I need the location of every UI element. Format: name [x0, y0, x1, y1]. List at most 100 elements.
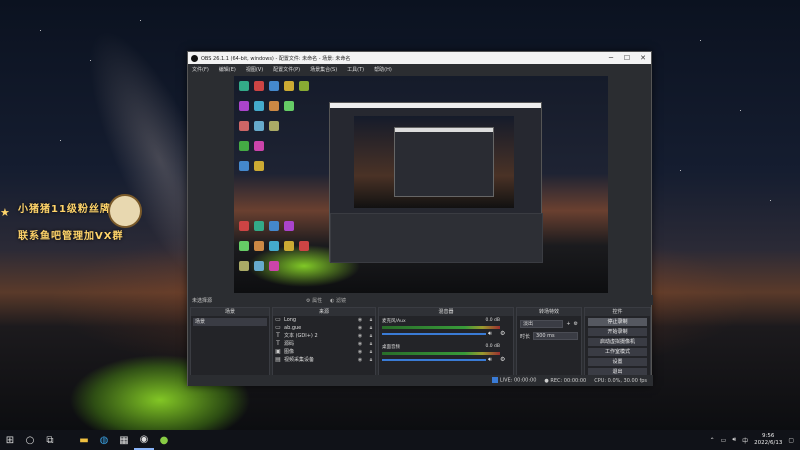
sources-dock: 来源 ▭ Long ◉ 🔒︎ ▭ ab.gue ◉ 🔒︎ T 文本 (GDI+)… — [272, 307, 376, 385]
volume-meter — [382, 352, 500, 355]
volume-fader[interactable] — [382, 359, 486, 361]
start-recording-button[interactable]: 开始录制 — [588, 328, 647, 336]
filters-button[interactable]: ◐ 滤镜 — [330, 297, 346, 304]
volume-fader[interactable] — [382, 333, 486, 335]
menu-file[interactable]: 文件(F) — [192, 66, 209, 73]
source-item[interactable]: ▤ 视频采集设备 ◉ 🔒︎ — [273, 356, 375, 364]
transitions-dock: 转场特效 淡出 + ⚙ 时长 300 ms — [516, 307, 582, 385]
properties-button[interactable]: ⚙ 属性 — [306, 297, 322, 304]
nested-obs-window — [329, 102, 543, 263]
source-item[interactable]: T 文本 (GDI+) 2 ◉ 🔒︎ — [273, 332, 375, 340]
lock-icon[interactable]: 🔒︎ — [367, 324, 375, 332]
clock-time: 9:56 — [762, 433, 775, 439]
settings-button[interactable]: 设置 — [588, 358, 647, 366]
app-icon[interactable]: ▦ — [114, 430, 134, 450]
controls-dock: 控件 停止录制 开始录制 启动虚拟摄像机 工作室模式 设置 退出 — [584, 307, 651, 385]
controls-dock-title: 控件 — [585, 308, 650, 316]
obs-titlebar[interactable]: OBS 26.1.1 (64-bit, windows) - 配置文件: 未命名… — [188, 52, 651, 64]
sources-dock-title: 来源 — [273, 308, 375, 316]
image-icon: ▣ — [275, 348, 281, 355]
tray-arrow-icon[interactable]: ⌃ — [710, 437, 715, 444]
menu-view[interactable]: 视图(V) — [246, 66, 263, 73]
channel-name: 桌面音频 — [382, 345, 400, 350]
edge-browser-icon[interactable]: ◍ — [94, 430, 114, 450]
minimize-button[interactable]: ─ — [603, 54, 619, 62]
visibility-icon[interactable]: ◉ — [356, 316, 364, 324]
watermark-line-2: 联系鱼吧管理加VX群 — [18, 231, 124, 242]
text-icon: T — [276, 332, 280, 339]
mixer-dock-title: 混音器 — [379, 308, 513, 316]
task-view-icon[interactable]: ⧉ — [40, 430, 60, 450]
obs-window[interactable]: OBS 26.1.1 (64-bit, windows) - 配置文件: 未命名… — [187, 51, 653, 386]
preview-canvas[interactable] — [234, 76, 608, 293]
source-item[interactable]: ▭ ab.gue ◉ 🔒︎ — [273, 324, 375, 332]
input-language[interactable]: 中 — [742, 436, 748, 445]
clock[interactable]: 9:56 2022/6/13 — [754, 433, 782, 447]
notification-icon[interactable]: ▢ — [788, 437, 794, 444]
transitions-dock-title: 转场特效 — [517, 308, 581, 316]
dock-area: 场景 场景 + − ⌃ ⌄ 来源 ▭ Long ◉ 🔒︎ ▭ — [190, 307, 651, 385]
menu-help[interactable]: 帮助(H) — [374, 66, 392, 73]
lock-icon[interactable]: 🔒︎ — [367, 348, 375, 356]
window-title: OBS 26.1.1 (64-bit, windows) - 配置文件: 未命名… — [201, 55, 351, 62]
channel-name: 麦克风/Aux — [382, 319, 406, 324]
mixer-channel: 麦克风/Aux 0.0 dB 🔊︎ ⚙ — [382, 318, 510, 342]
speaker-icon[interactable]: 🔊︎ — [488, 356, 492, 364]
volume-meter — [382, 326, 500, 329]
menu-tools[interactable]: 工具(T) — [347, 66, 364, 73]
start-button[interactable]: ⊞ — [0, 430, 20, 450]
source-toolbar: 未选择源 ⚙ 属性 ◐ 滤镜 — [188, 295, 653, 305]
cpu-status: CPU: 0.0%, 30.00 fps — [594, 377, 647, 384]
network-icon[interactable]: ▭ — [721, 437, 727, 444]
mixer-dock: 混音器 麦克风/Aux 0.0 dB 🔊︎ ⚙ 桌面音频 0.0 dB 🔊︎ ⚙ — [378, 307, 514, 385]
lock-icon[interactable]: 🔒︎ — [367, 316, 375, 324]
taskbar: ⊞ ○ ⧉ ▬ ◍ ▦ ◉ ● ⌃ ▭ 🔊︎ 中 9:56 2022/6/13 … — [0, 430, 800, 450]
transition-select[interactable]: 淡出 — [520, 320, 564, 328]
source-item[interactable]: ▭ Long ◉ 🔒︎ — [273, 316, 375, 324]
menu-edit[interactable]: 编辑(E) — [219, 66, 236, 73]
file-explorer-icon[interactable]: ▬ — [74, 430, 94, 450]
visibility-icon[interactable]: ◉ — [356, 356, 364, 364]
add-transition-icon[interactable]: + — [566, 321, 570, 327]
transition-settings-icon[interactable]: ⚙ — [574, 321, 578, 327]
no-source-label: 未选择源 — [192, 297, 213, 304]
lock-icon[interactable]: 🔒︎ — [367, 340, 375, 348]
maximize-button[interactable]: ☐ — [619, 54, 635, 62]
virtual-camera-button[interactable]: 启动虚拟摄像机 — [588, 338, 647, 346]
lock-icon[interactable]: 🔒︎ — [367, 332, 375, 340]
studio-mode-button[interactable]: 工作室模式 — [588, 348, 647, 356]
desktop-watermark: 小猪猪11级粉丝牌 联系鱼吧管理加VX群 — [6, 200, 123, 242]
game-app-icon[interactable]: ● — [154, 430, 174, 450]
lock-icon[interactable]: 🔒︎ — [367, 356, 375, 364]
visibility-icon[interactable]: ◉ — [356, 340, 364, 348]
gear-icon[interactable]: ⚙ — [500, 356, 505, 363]
source-item[interactable]: ▣ 图像 ◉ 🔒︎ — [273, 348, 375, 356]
source-item[interactable]: T 源码 ◉ 🔒︎ — [273, 340, 375, 348]
obs-logo-icon — [191, 54, 198, 62]
speaker-icon[interactable]: 🔊︎ — [488, 330, 492, 338]
desktop-background: ★ 小猪猪11级粉丝牌 联系鱼吧管理加VX群 OBS 26.1.1 (64-bi… — [0, 0, 800, 430]
video-capture-icon: ▤ — [275, 356, 281, 363]
rec-status: ● REC: 00:00:00 — [544, 377, 587, 384]
display-capture-icon: ▭ — [275, 316, 281, 323]
close-button[interactable]: ✕ — [635, 54, 651, 62]
volume-icon[interactable]: 🔊︎ — [732, 436, 736, 444]
scenes-dock-title: 场景 — [191, 308, 269, 316]
status-bar: LIVE: 00:00:00 ● REC: 00:00:00 CPU: 0.0%… — [188, 375, 653, 386]
search-icon[interactable]: ○ — [20, 430, 40, 450]
scenes-dock: 场景 场景 + − ⌃ ⌄ — [190, 307, 270, 385]
duration-field[interactable]: 300 ms — [533, 332, 578, 340]
menu-profile[interactable]: 配置文件(P) — [273, 66, 300, 73]
visibility-icon[interactable]: ◉ — [356, 332, 364, 340]
gear-icon[interactable]: ⚙ — [500, 330, 505, 337]
stop-recording-button[interactable]: 停止录制 — [588, 318, 647, 326]
channel-db: 0.0 dB — [485, 344, 500, 349]
menu-scene-collection[interactable]: 场景集合(S) — [310, 66, 337, 73]
obs-taskbar-icon[interactable]: ◉ — [134, 430, 154, 450]
visibility-icon[interactable]: ◉ — [356, 324, 364, 332]
scene-item[interactable]: 场景 — [193, 318, 267, 326]
visibility-icon[interactable]: ◉ — [356, 348, 364, 356]
nested-obs-window-2 — [394, 127, 494, 197]
display-capture-icon: ▭ — [275, 324, 281, 331]
live-status: LIVE: 00:00:00 — [491, 377, 536, 384]
